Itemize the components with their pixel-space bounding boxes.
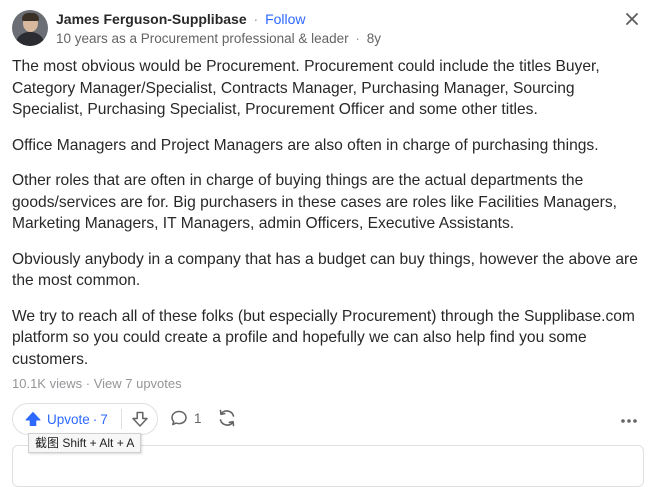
author-credential[interactable]: 10 years as a Procurement professional &… [56,31,349,46]
more-dots-icon[interactable] [618,407,640,429]
downvote-arrow-icon [131,411,148,427]
view-upvotes-link[interactable]: View 7 upvotes [94,376,182,391]
author-avatar[interactable] [12,10,48,46]
action-bar: Upvote · 7 1 [12,403,644,435]
upvote-label: Upvote [47,411,90,427]
author-line: James Ferguson-Supplibase · Follow [56,11,306,27]
stats-separator: · [85,376,91,391]
close-icon[interactable] [622,10,642,30]
downvote-button[interactable] [122,404,157,434]
comment-bubble-icon [171,410,187,426]
answer-header: James Ferguson-Supplibase · Follow 10 ye… [12,10,652,50]
author-credential-line: 10 years as a Procurement professional &… [56,31,381,46]
comment-button[interactable]: 1 [170,407,202,429]
answer-stats: 10.1K views · View 7 upvotes [12,376,182,391]
credential-separator: · [355,31,360,46]
upvote-separator: · [92,411,98,427]
answer-paragraph: Office Managers and Project Managers are… [12,136,599,154]
comment-count: 1 [194,410,202,426]
answer-paragraph: We try to reach all of these folks (but … [12,307,635,368]
upvote-button[interactable]: Upvote · 7 [13,404,121,434]
screenshot-shortcut-tooltip: 截图 Shift + Alt + A [28,433,142,453]
answer-paragraph: The most obvious would be Procurement. P… [12,58,600,118]
upvote-arrow-icon [25,412,41,426]
views-count: 10.1K views [12,376,83,391]
answer-age[interactable]: 8y [367,31,381,46]
answer-body: The most obvious would be Procurement. P… [12,56,644,384]
share-reload-icon[interactable] [216,407,238,429]
author-name[interactable]: James Ferguson-Supplibase [56,11,247,27]
follow-button[interactable]: Follow [265,11,305,27]
avatar-body-shape [15,32,45,46]
answer-paragraph: Obviously anybody in a company that has … [12,250,638,290]
avatar-hair-shape [22,13,39,21]
upvote-count: 7 [100,411,108,427]
answer-paragraph: Other roles that are often in charge of … [12,172,617,232]
author-separator: · [253,11,259,27]
vote-pill: Upvote · 7 [12,403,158,435]
